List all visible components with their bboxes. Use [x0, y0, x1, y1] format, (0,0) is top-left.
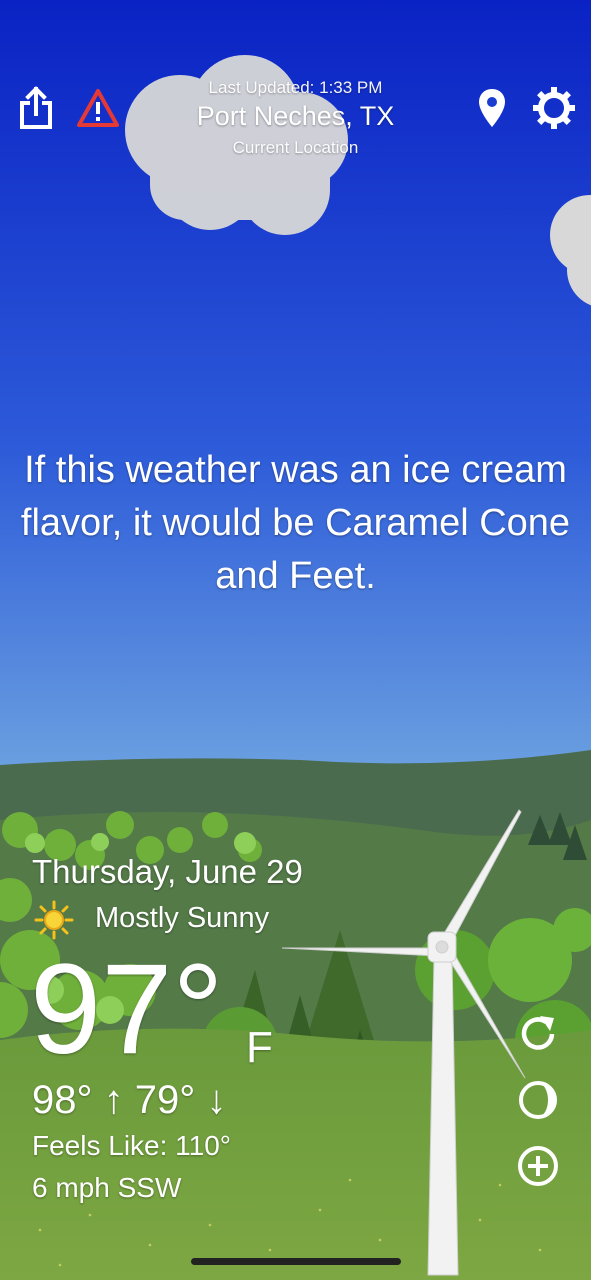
location-button[interactable] — [468, 84, 516, 132]
refresh-button[interactable] — [514, 1010, 562, 1058]
location-pin-icon — [479, 89, 505, 127]
sun-icon — [34, 900, 74, 940]
feels-like: Feels Like: 110° — [32, 1130, 232, 1161]
forecast-date: Thursday, June 29 — [32, 853, 303, 890]
current-temperature: 97° — [30, 938, 224, 1081]
gear-icon — [533, 87, 575, 129]
moon-phase-button[interactable] — [514, 1076, 562, 1124]
zoom-in-icon — [518, 1146, 558, 1186]
condition-text: Mostly Sunny — [95, 902, 270, 934]
home-indicator[interactable] — [191, 1258, 401, 1265]
temperature-unit[interactable]: F — [246, 1023, 273, 1073]
high-low-temperature: 98° ↑ 79° ↓ — [32, 1078, 227, 1122]
refresh-icon — [521, 1016, 555, 1050]
wind-speed: 6 mph SSW — [32, 1172, 182, 1203]
zoom-in-button[interactable] — [514, 1142, 562, 1190]
moon-phase-icon — [519, 1081, 557, 1119]
settings-button[interactable] — [530, 84, 578, 132]
weather-quote: If this weather was an ice cream flavor,… — [20, 449, 571, 597]
location-subtitle: Current Location — [232, 138, 359, 157]
